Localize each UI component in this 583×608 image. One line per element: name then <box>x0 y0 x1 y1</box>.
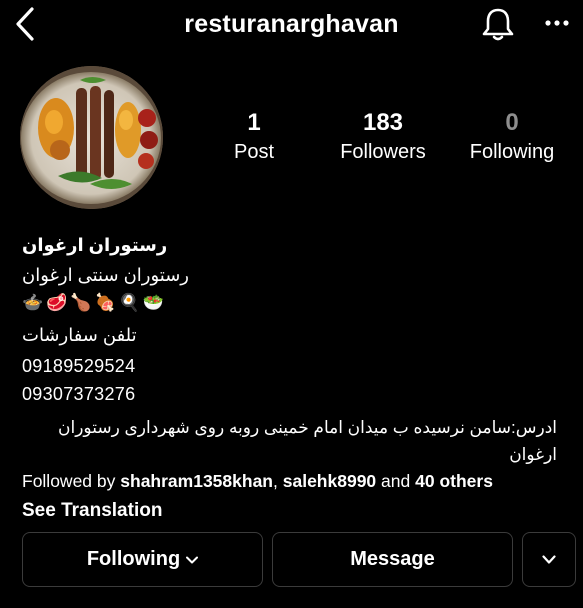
followers-count-value: 183 <box>362 109 404 136</box>
bio-display-name: رستوران ارغوان <box>22 235 168 255</box>
followed-by-line[interactable]: Followed by shahram1358khan, salehk8990 … <box>22 468 582 494</box>
following-button[interactable]: Following <box>22 532 263 587</box>
profile-actions: Following Message <box>0 532 583 588</box>
bio-address: ادرس:سامن نرسیده ب میدان امام خمینی روبه… <box>58 418 557 464</box>
followers-count[interactable]: 183 Followers <box>327 109 439 167</box>
suggested-accounts-button[interactable] <box>522 532 576 587</box>
fried-egg-emoji-icon: 🍳 <box>118 293 140 312</box>
drumstick-emoji-icon: 🍗 <box>70 293 92 312</box>
more-options-button[interactable] <box>542 8 572 38</box>
bio-emoji-row: 🍲 🥩 🍗 🍖 🍳 🥗 <box>22 290 582 316</box>
bio-phone-2[interactable]: 09307373276 <box>22 380 582 408</box>
chevron-down-icon <box>542 555 556 564</box>
following-count-label: Following <box>469 141 555 163</box>
posts-count-label: Post <box>233 141 275 163</box>
bio-order-phone-label: تلفن سفارشات <box>22 325 137 345</box>
bio-phone-1[interactable]: 09189529524 <box>22 352 582 380</box>
profile-stats: 1 Post 183 Followers 0 Following <box>0 109 583 169</box>
soup-emoji-icon: 🍲 <box>22 293 44 312</box>
followed-by-others[interactable]: 40 others <box>415 471 493 491</box>
posts-count[interactable]: 1 Post <box>213 109 295 167</box>
meat-emoji-icon: 🥩 <box>46 293 68 312</box>
more-dots-icon <box>545 20 569 26</box>
followed-by-separator: , <box>273 471 278 491</box>
bell-icon <box>482 8 514 41</box>
profile-bio: رستوران ارغوان رستوران سنتی ارغوان 🍲 🥩 🍗… <box>22 232 582 526</box>
message-button[interactable]: Message <box>272 532 513 587</box>
following-button-label: Following <box>86 548 181 570</box>
followed-by-and: and <box>381 471 411 491</box>
see-translation-link[interactable]: See Translation <box>22 496 582 526</box>
notifications-button[interactable] <box>479 5 517 43</box>
top-bar: resturanarghavan <box>0 0 583 48</box>
posts-count-value: 1 <box>247 109 261 136</box>
followed-by-user-1[interactable]: shahram1358khan <box>120 471 273 491</box>
following-count[interactable]: 0 Following <box>460 109 564 167</box>
message-button-label: Message <box>350 548 435 570</box>
following-count-value: 0 <box>505 109 519 136</box>
salad-emoji-icon: 🥗 <box>142 293 165 312</box>
bio-tagline: رستوران سنتی ارغوان <box>22 265 189 285</box>
followed-by-user-2[interactable]: salehk8990 <box>283 471 376 491</box>
followed-by-prefix: Followed by <box>22 471 116 491</box>
meat-bone-emoji-icon: 🍖 <box>94 293 116 312</box>
chevron-down-icon <box>186 556 199 563</box>
followers-count-label: Followers <box>340 141 426 163</box>
